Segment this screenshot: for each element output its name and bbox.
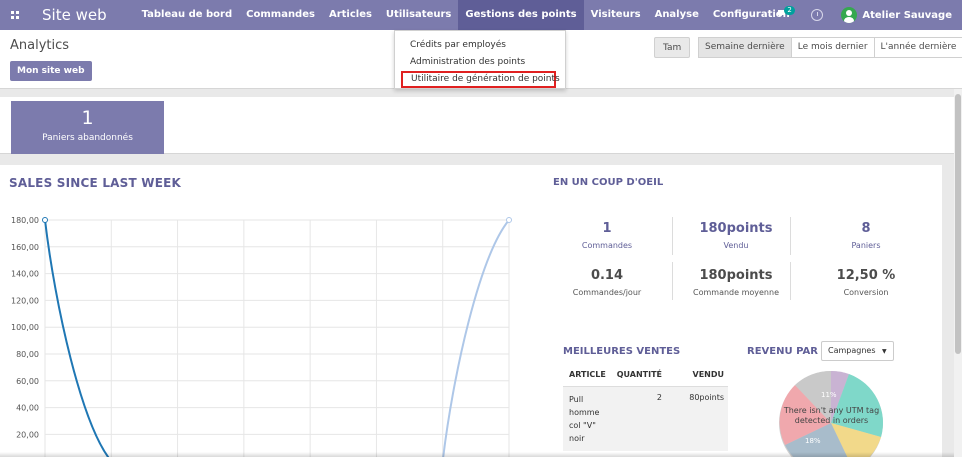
stat-sold-label: Vendu <box>723 241 749 250</box>
stat-carts[interactable]: 8 Paniers <box>811 221 921 250</box>
apps-menu-icon[interactable] <box>0 0 30 30</box>
y-tick-label: 40,00 <box>16 404 39 413</box>
stat-orders-per-day-label: Commandes/jour <box>572 288 642 297</box>
series-line <box>44 219 110 457</box>
user-name[interactable]: Atelier Sauvage <box>862 10 952 21</box>
revenue-source-value: Campagnes <box>828 346 876 355</box>
stat-average-order-value: 180points <box>699 268 773 283</box>
stat-conversion-value: 12,50 % <box>836 268 896 283</box>
series-line <box>442 219 510 457</box>
stat-carts-value: 8 <box>861 221 871 236</box>
stat-conversion-label: Conversion <box>843 288 889 297</box>
revenue-by-title: REVENU PAR <box>747 346 818 357</box>
menu-points-management[interactable]: Gestions des points <box>458 0 584 30</box>
stat-divider <box>672 217 673 255</box>
y-tick-label: 160,00 <box>11 243 39 252</box>
row-quantity: 2 <box>656 393 662 402</box>
stat-sold-value: 180points <box>699 221 773 236</box>
y-tick-label: 120,00 <box>11 296 39 305</box>
table-row[interactable]: Pull homme col "V" noir 2 80points <box>563 387 728 451</box>
caret-down-icon: ▼ <box>882 348 887 355</box>
scrollbar-thumb[interactable] <box>955 94 961 354</box>
my-website-button[interactable]: Mon site web <box>10 61 92 81</box>
y-tick-label: 100,00 <box>11 323 39 332</box>
header-article[interactable]: ARTICLE <box>563 363 608 386</box>
stat-average-order: 180points Commande moyenne <box>681 268 791 297</box>
menu-visitors[interactable]: Visiteurs <box>584 0 648 30</box>
stat-sold[interactable]: 180points Vendu <box>681 221 791 250</box>
article-line: homme <box>569 408 600 417</box>
y-tick-label: 60,00 <box>16 377 39 386</box>
sales-chart-title: SALES SINCE LAST WEEK <box>9 176 181 190</box>
no-utm-message: There isn't any UTM tag detected in orde… <box>783 406 880 425</box>
abandoned-carts-tile[interactable]: 1 Paniers abandonnés <box>11 101 164 154</box>
y-tick-label: 180,00 <box>11 216 39 225</box>
article-line: Pull <box>569 395 584 404</box>
stat-average-order-label: Commande moyenne <box>693 288 779 297</box>
stat-orders-per-day-value: 0.14 <box>590 268 624 283</box>
dashboard-panel: SALES SINCE LAST WEEK EN UN COUP D'OEIL … <box>0 165 942 457</box>
header-sold[interactable]: VENDU <box>668 363 728 386</box>
stat-divider <box>672 262 673 300</box>
app-brand: Site web <box>42 6 107 24</box>
row-article: Pull homme col "V" noir <box>563 393 608 445</box>
menu-analysis[interactable]: Analyse <box>648 0 706 30</box>
top-navbar: Site web Tableau de bord Commandes Artic… <box>0 0 962 30</box>
chat-icon[interactable]: 2 <box>775 0 795 30</box>
page-scrollbar[interactable] <box>954 89 962 457</box>
stat-orders-label: Commandes <box>581 241 633 250</box>
stat-divider <box>790 217 791 255</box>
data-point <box>42 217 48 223</box>
menu-dashboard[interactable]: Tableau de bord <box>135 0 240 30</box>
best-sales-table: ARTICLE QUANTITÉ VENDU Pull homme col "V… <box>563 363 728 451</box>
dropdown-item-points-generator[interactable]: Utilitaire de génération de points <box>401 71 560 88</box>
dropdown-item-employee-credits[interactable]: Crédits par employés <box>395 37 565 54</box>
stat-conversion: 12,50 % Conversion <box>811 268 921 297</box>
best-sales-title: MEILLEURES VENTES <box>563 346 681 357</box>
page-title: Analytics <box>10 38 70 53</box>
navbar-right: 2 Atelier Sauvage <box>775 0 962 30</box>
stat-orders-value: 1 <box>602 221 612 236</box>
user-avatar-icon[interactable] <box>841 7 858 23</box>
period-last-month-button[interactable]: Le mois dernier <box>790 37 875 58</box>
abandoned-carts-label: Paniers abandonnés <box>42 133 133 143</box>
main-menu: Tableau de bord Commandes Articles Utili… <box>135 0 797 30</box>
tam-button[interactable]: Tam <box>654 37 691 58</box>
chat-badge: 2 <box>784 6 795 15</box>
sales-line-chart: 180,00 160,00 140,00 120,00 100,00 80,00 60,00… <box>11 216 512 457</box>
activity-clock-icon[interactable] <box>811 9 824 21</box>
period-last-week-button[interactable]: Semaine dernière <box>698 37 792 58</box>
menu-products[interactable]: Articles <box>322 0 379 30</box>
row-sold: 80points <box>689 393 724 402</box>
stat-orders-per-day: 0.14 Commandes/jour <box>552 268 662 297</box>
stat-orders[interactable]: 1 Commandes <box>552 221 662 250</box>
table-header: ARTICLE QUANTITÉ VENDU <box>563 363 728 387</box>
dropdown-item-points-admin[interactable]: Administration des points <box>395 54 565 71</box>
pie-label: 18% <box>805 437 821 445</box>
stat-divider <box>790 262 791 300</box>
data-point <box>506 217 512 223</box>
header-quantity[interactable]: QUANTITÉ <box>608 363 668 386</box>
y-tick-label: 80,00 <box>16 350 39 359</box>
article-line: noir <box>569 434 585 443</box>
revenue-source-select[interactable]: Campagnes ▼ <box>821 341 894 361</box>
menu-orders[interactable]: Commandes <box>239 0 322 30</box>
article-line: col "V" <box>569 421 596 430</box>
abandoned-carts-value: 1 <box>81 107 94 129</box>
menu-users[interactable]: Utilisateurs <box>379 0 458 30</box>
pie-label: 11% <box>821 391 837 399</box>
summary-strip: 1 Paniers abandonnés <box>0 97 954 154</box>
bottom-fade <box>0 452 954 457</box>
glance-title: EN UN COUP D'OEIL <box>553 177 664 188</box>
period-selector: Semaine dernière Le mois dernier L'année… <box>698 37 962 58</box>
stat-carts-label: Paniers <box>851 241 881 250</box>
points-management-dropdown: Crédits par employés Administration des … <box>394 30 566 89</box>
y-tick-label: 140,00 <box>11 270 39 279</box>
y-tick-label: 20,00 <box>16 430 39 439</box>
period-last-year-button[interactable]: L'année dernière <box>873 37 962 58</box>
